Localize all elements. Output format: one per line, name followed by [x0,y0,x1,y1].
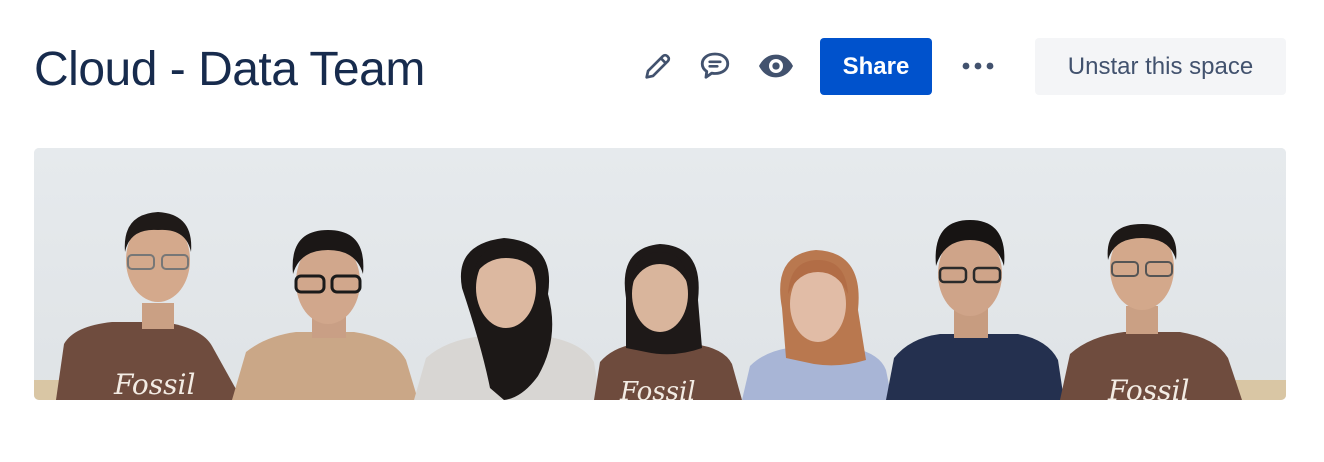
more-horizontal-icon [962,62,994,70]
more-actions-button[interactable] [956,44,1000,88]
comment-button[interactable] [693,44,737,88]
pencil-icon [645,53,671,79]
shirt-logo-text: Fossil [113,368,195,400]
shirt-logo-text: Fossil [619,377,696,400]
share-button[interactable]: Share [820,38,932,95]
team-photo: Fossil Fossil Fossil [34,148,1286,400]
edit-button[interactable] [636,44,680,88]
shirt-logo-text: Fossil [1107,374,1189,400]
watch-button[interactable] [754,44,798,88]
space-title: Cloud - Data Team [34,43,425,96]
space-header: Cloud - Data Team Share Unstar this spac… [0,0,1324,130]
space-banner-image: Fossil Fossil Fossil [34,148,1286,400]
eye-icon [759,54,793,78]
comment-icon [700,52,730,79]
unstar-space-button[interactable]: Unstar this space [1035,38,1286,95]
